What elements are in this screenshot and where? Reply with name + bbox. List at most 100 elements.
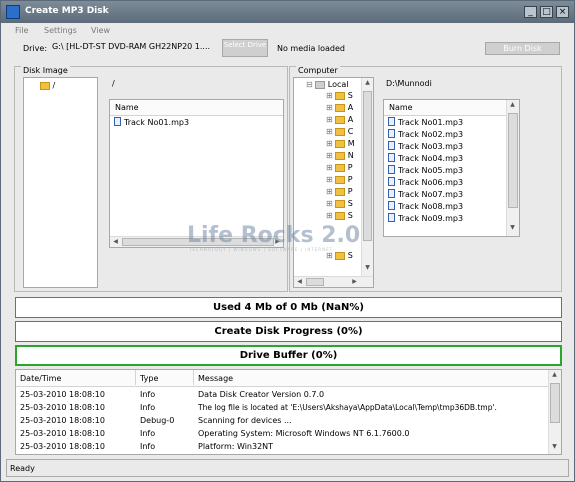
watermark-text: Life Rocks 2.0 xyxy=(187,223,361,248)
scroll-thumb[interactable] xyxy=(550,383,560,423)
mp3-file-icon xyxy=(114,117,121,126)
column-datetime[interactable]: Date/Time xyxy=(20,374,61,383)
status-text: Ready xyxy=(10,464,35,473)
drive-label: Drive: xyxy=(23,44,48,53)
folder-icon xyxy=(335,199,346,208)
mp3-file-icon xyxy=(388,141,395,150)
scroll-right-icon[interactable]: ▶ xyxy=(349,278,360,285)
folder-icon xyxy=(335,139,346,148)
drive-buffer-bar: Drive Buffer (0%) xyxy=(15,345,562,366)
menu-bar: File Settings View xyxy=(1,24,574,38)
log-header: Date/Time Type Message xyxy=(16,370,561,387)
menu-file[interactable]: File xyxy=(15,26,28,35)
scroll-thumb[interactable] xyxy=(363,91,372,241)
mp3-file-icon xyxy=(388,213,395,222)
menu-view[interactable]: View xyxy=(91,26,110,35)
file-list-header[interactable]: Name xyxy=(384,100,519,116)
tree-node[interactable]: ⊞ P xyxy=(326,162,353,174)
tree-node[interactable]: ⊞ A xyxy=(326,102,353,114)
mp3-file-icon xyxy=(388,177,395,186)
column-type[interactable]: Type xyxy=(140,374,158,383)
folder-icon xyxy=(335,251,346,260)
vertical-scrollbar[interactable]: ▲ ▼ xyxy=(548,370,561,454)
mp3-file-icon xyxy=(388,165,395,174)
disk-usage-bar: Used 4 Mb of 0 Mb (NaN%) xyxy=(15,297,562,318)
tree-node[interactable]: ⊞ S xyxy=(326,210,353,222)
tree-node[interactable]: ⊞ C xyxy=(326,126,353,138)
file-item[interactable]: Track No03.mp3 xyxy=(388,141,463,153)
folder-icon xyxy=(335,187,346,196)
tree-node[interactable]: ⊞ S xyxy=(326,198,353,210)
burn-disk-button[interactable]: Burn Disk xyxy=(485,42,560,55)
watermark-subtext: TECHNOLOGY | WINDOWS | SOFTWARE | INTERN… xyxy=(189,247,334,252)
tree-node[interactable]: ⊞ A xyxy=(326,114,353,126)
log-list[interactable]: Date/Time Type Message 25-03-2010 18:08:… xyxy=(15,369,562,455)
scroll-thumb[interactable] xyxy=(508,113,518,208)
file-item[interactable]: Track No08.mp3 xyxy=(388,201,463,213)
folder-icon xyxy=(335,115,346,124)
tree-node[interactable]: ⊞ P xyxy=(326,186,353,198)
close-button[interactable]: × xyxy=(556,6,569,18)
computer-file-list[interactable]: Name Track No01.mp3 Track No02.mp3 Track… xyxy=(383,99,520,237)
maximize-button[interactable]: □ xyxy=(540,6,553,18)
disk-image-path: / xyxy=(112,79,115,88)
file-item[interactable]: Track No01.mp3 xyxy=(388,117,463,129)
drive-select[interactable]: G:\ [HL-DT-ST DVD-RAM GH22NP20 1.... xyxy=(52,42,210,51)
folder-icon xyxy=(335,91,346,100)
drive-bar: Drive: G:\ [HL-DT-ST DVD-RAM GH22NP20 1.… xyxy=(1,39,574,57)
vertical-scrollbar[interactable]: ▲ ▼ xyxy=(506,100,519,236)
horizontal-scrollbar[interactable]: ◀ ▶ xyxy=(294,276,373,287)
scroll-down-icon[interactable]: ▼ xyxy=(507,224,518,231)
scroll-up-icon[interactable]: ▲ xyxy=(549,371,560,378)
create-disk-progress-bar: Create Disk Progress (0%) xyxy=(15,321,562,342)
tree-node[interactable]: ⊞ N xyxy=(326,150,354,162)
file-item[interactable]: Track No06.mp3 xyxy=(388,177,463,189)
scroll-left-icon[interactable]: ◀ xyxy=(294,278,305,285)
scroll-down-icon[interactable]: ▼ xyxy=(549,443,560,450)
title-bar[interactable]: Create MP3 Disk _ □ × xyxy=(1,1,574,23)
file-item[interactable]: Track No07.mp3 xyxy=(388,189,463,201)
vertical-scrollbar[interactable]: ▲ ▼ xyxy=(361,78,373,276)
tree-node[interactable]: ⊞ P xyxy=(326,174,353,186)
file-item[interactable]: Track No05.mp3 xyxy=(388,165,463,177)
file-item[interactable]: Track No09.mp3 xyxy=(388,213,463,225)
disk-image-title: Disk Image xyxy=(21,66,70,75)
scroll-up-icon[interactable]: ▲ xyxy=(362,79,373,86)
tree-node[interactable]: ⊞ M xyxy=(326,138,355,150)
computer-path: D:\Munnodi xyxy=(386,79,432,88)
folder-icon xyxy=(335,163,346,172)
scroll-left-icon[interactable]: ◀ xyxy=(110,238,121,245)
mp3-file-icon xyxy=(388,117,395,126)
folder-icon xyxy=(335,103,346,112)
folder-icon xyxy=(335,211,346,220)
file-item[interactable]: Track No02.mp3 xyxy=(388,129,463,141)
computer-icon xyxy=(315,80,326,89)
scroll-up-icon[interactable]: ▲ xyxy=(507,101,518,108)
select-drive-button[interactable]: Select Drive xyxy=(222,39,268,57)
scroll-thumb[interactable] xyxy=(306,278,324,286)
computer-tree[interactable]: ⊟ Local ⊞ S ⊞ A ⊞ A ⊞ C ⊞ M ⊞ N ⊞ P ⊞ P … xyxy=(293,77,374,288)
tree-node[interactable]: ⊞ S xyxy=(326,90,353,102)
minimize-button[interactable]: _ xyxy=(524,6,537,18)
media-status: No media loaded xyxy=(277,44,345,53)
mp3-file-icon xyxy=(388,129,395,138)
column-name: Name xyxy=(115,103,139,112)
file-list-header[interactable]: Name xyxy=(110,100,283,116)
scroll-down-icon[interactable]: ▼ xyxy=(362,264,373,271)
column-message[interactable]: Message xyxy=(198,374,233,383)
folder-icon xyxy=(335,151,346,160)
column-name: Name xyxy=(389,103,413,112)
status-panel: Ready xyxy=(6,459,569,477)
folder-icon xyxy=(40,81,50,90)
mp3-file-icon xyxy=(388,189,395,198)
file-item[interactable]: Track No04.mp3 xyxy=(388,153,463,165)
tree-node-root[interactable]: / xyxy=(40,80,55,92)
menu-settings[interactable]: Settings xyxy=(44,26,77,35)
computer-title: Computer xyxy=(296,66,340,75)
mp3-file-icon xyxy=(388,201,395,210)
folder-icon xyxy=(335,175,346,184)
file-item[interactable]: Track No01.mp3 xyxy=(114,117,189,129)
disc-app-icon xyxy=(6,5,20,19)
app-window: Create MP3 Disk _ □ × File Settings View… xyxy=(0,0,575,482)
disk-image-tree[interactable]: / xyxy=(23,77,98,288)
